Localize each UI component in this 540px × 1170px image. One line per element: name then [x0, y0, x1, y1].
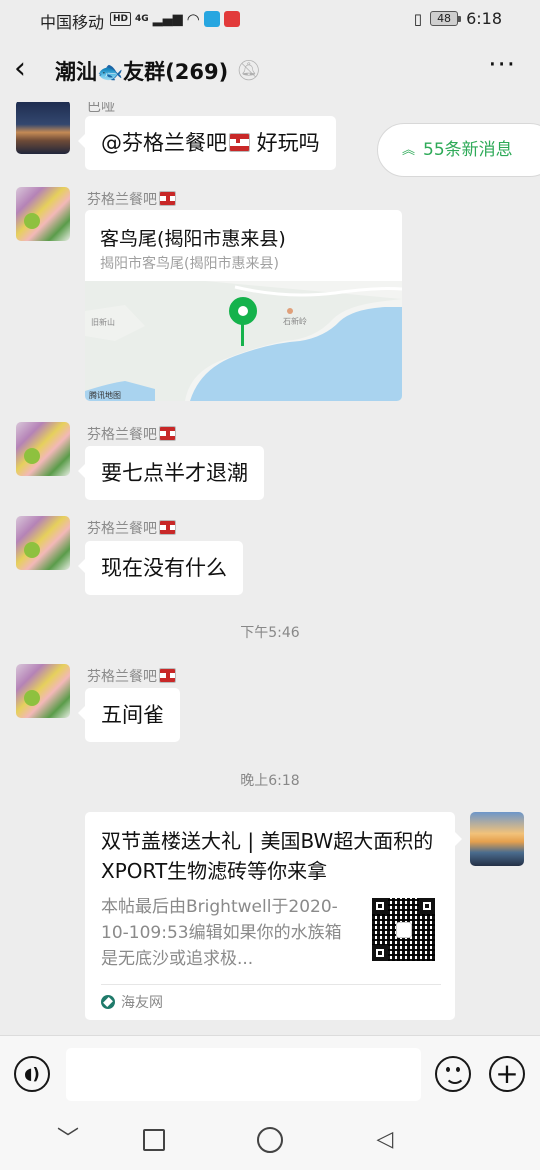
location-card[interactable]: 客鸟尾(揭阳市惠来县) 揭阳市客鸟尾(揭阳市惠来县) 旧新山 石新岭 腾讯地图: [85, 210, 402, 401]
title-suffix: 友群(269): [123, 60, 229, 84]
bell-muted-icon: 🔕︎: [236, 58, 262, 82]
sender-name: 芬格兰餐吧: [87, 518, 176, 538]
message-text-after: 好玩吗: [250, 131, 320, 155]
new-messages-button[interactable]: ︽ 55条新消息: [377, 123, 540, 177]
new-messages-label: 55条新消息: [423, 140, 513, 160]
voice-icon[interactable]: ◖): [14, 1056, 50, 1092]
battery-icon: 48: [430, 11, 462, 26]
status-icons-right: ▯ 48 6:18: [414, 9, 502, 28]
vibrate-icon: ▯: [413, 9, 423, 28]
message-bubble[interactable]: 五间雀: [78, 688, 180, 742]
double-chevron-up-icon: ︽: [402, 143, 416, 158]
source-name: 海友网: [121, 995, 163, 1011]
link-description: 本帖最后由Brightwell于2020-10-109:53编辑如果你的水族箱是…: [101, 897, 342, 969]
divider: [101, 984, 441, 985]
map-preview[interactable]: 旧新山 石新岭 腾讯地图: [85, 281, 402, 401]
timestamp: 晚上6:18: [240, 773, 300, 789]
chevron-down-icon[interactable]: ﹀: [55, 1127, 81, 1153]
sender-name: 芬格兰餐吧: [87, 424, 176, 444]
map-place-label: 旧新山: [91, 318, 115, 327]
carrier-name: 中国移动: [40, 13, 105, 32]
flag-emoji: [159, 668, 176, 683]
message-text: 要七点半才退潮: [101, 461, 248, 485]
sender-name: 巴哑: [87, 102, 115, 115]
avatar[interactable]: [16, 516, 70, 570]
map-brand: 腾讯地图: [89, 391, 121, 400]
back-triangle-icon[interactable]: ◁: [372, 1127, 398, 1153]
link-card[interactable]: 双节盖楼送大礼 | 美国BW超大面积的XPORT生物滤砖等你来拿 本帖最后由Br…: [85, 812, 462, 1020]
message-bubble[interactable]: @芬格兰餐吧 好玩吗: [78, 116, 336, 170]
signal-icon: ▂▄▆: [152, 11, 183, 27]
message-text: 五间雀: [101, 703, 164, 727]
location-address: 揭阳市客鸟尾(揭阳市惠来县): [100, 256, 279, 272]
app-notification-icon: [203, 11, 220, 27]
sender-name: 芬格兰餐吧: [87, 666, 176, 686]
link-title: 双节盖楼送大礼 | 美国BW超大面积的XPORT生物滤砖等你来拿: [101, 829, 434, 883]
avatar[interactable]: [16, 422, 70, 476]
avatar[interactable]: [16, 664, 70, 718]
link-source: 海友网: [101, 992, 163, 1012]
status-icons-left: HD 4G ▂▄▆ ◠: [110, 10, 240, 28]
plus-icon[interactable]: +: [489, 1056, 525, 1092]
input-bar: ◖) +: [0, 1035, 540, 1113]
message-text: 现在没有什么: [101, 556, 227, 580]
timestamp: 下午5:46: [240, 625, 300, 641]
home-icon[interactable]: [257, 1127, 283, 1153]
message-text: @芬格兰餐吧: [101, 131, 227, 155]
hd-badge: HD: [110, 12, 132, 26]
message-list[interactable]: 巴哑 @芬格兰餐吧 好玩吗 芬格兰餐吧 客鸟尾(揭阳市惠来县) 揭阳市客鸟尾(揭…: [0, 102, 540, 1035]
message-bubble[interactable]: 要七点半才退潮: [78, 446, 264, 500]
fish-emoji: 🐟: [97, 60, 124, 84]
avatar[interactable]: [16, 187, 70, 241]
message-input[interactable]: [66, 1048, 421, 1101]
map-place-label: 石新岭: [283, 317, 307, 326]
source-logo-icon: [101, 995, 115, 1009]
flag-emoji: [159, 426, 176, 441]
chevron-left-icon[interactable]: ‹: [14, 54, 44, 84]
system-navigation-bar: ﹀ ◁: [0, 1113, 540, 1170]
title-prefix: 潮汕: [55, 60, 97, 84]
chat-title: 潮汕🐟友群(269): [55, 56, 228, 86]
location-pin-stem: [241, 323, 244, 346]
network-type: 4G: [135, 14, 149, 24]
flag-emoji: [159, 520, 176, 535]
app-notification-icon-2: [223, 11, 240, 27]
avatar-self[interactable]: [470, 812, 524, 866]
clock: 6:18: [466, 9, 502, 28]
status-bar: 中国移动 HD 4G ▂▄▆ ◠ ▯ 48 6:18: [0, 0, 540, 38]
qr-code-thumbnail: [372, 898, 435, 961]
sender-name: 芬格兰餐吧: [87, 189, 176, 209]
message-bubble[interactable]: 现在没有什么: [78, 541, 243, 595]
flag-emoji: [159, 191, 176, 206]
location-pin-icon: [229, 297, 257, 325]
flag-emoji: [229, 133, 250, 152]
recent-apps-icon[interactable]: [143, 1129, 165, 1151]
avatar[interactable]: [16, 102, 70, 154]
wifi-icon: ◠: [186, 10, 200, 28]
location-title: 客鸟尾(揭阳市惠来县): [100, 228, 286, 250]
chat-header: ‹ 潮汕🐟友群(269) 🔕︎ ···: [0, 38, 540, 102]
more-options-button[interactable]: ···: [488, 50, 516, 80]
emoji-icon[interactable]: [435, 1056, 471, 1092]
